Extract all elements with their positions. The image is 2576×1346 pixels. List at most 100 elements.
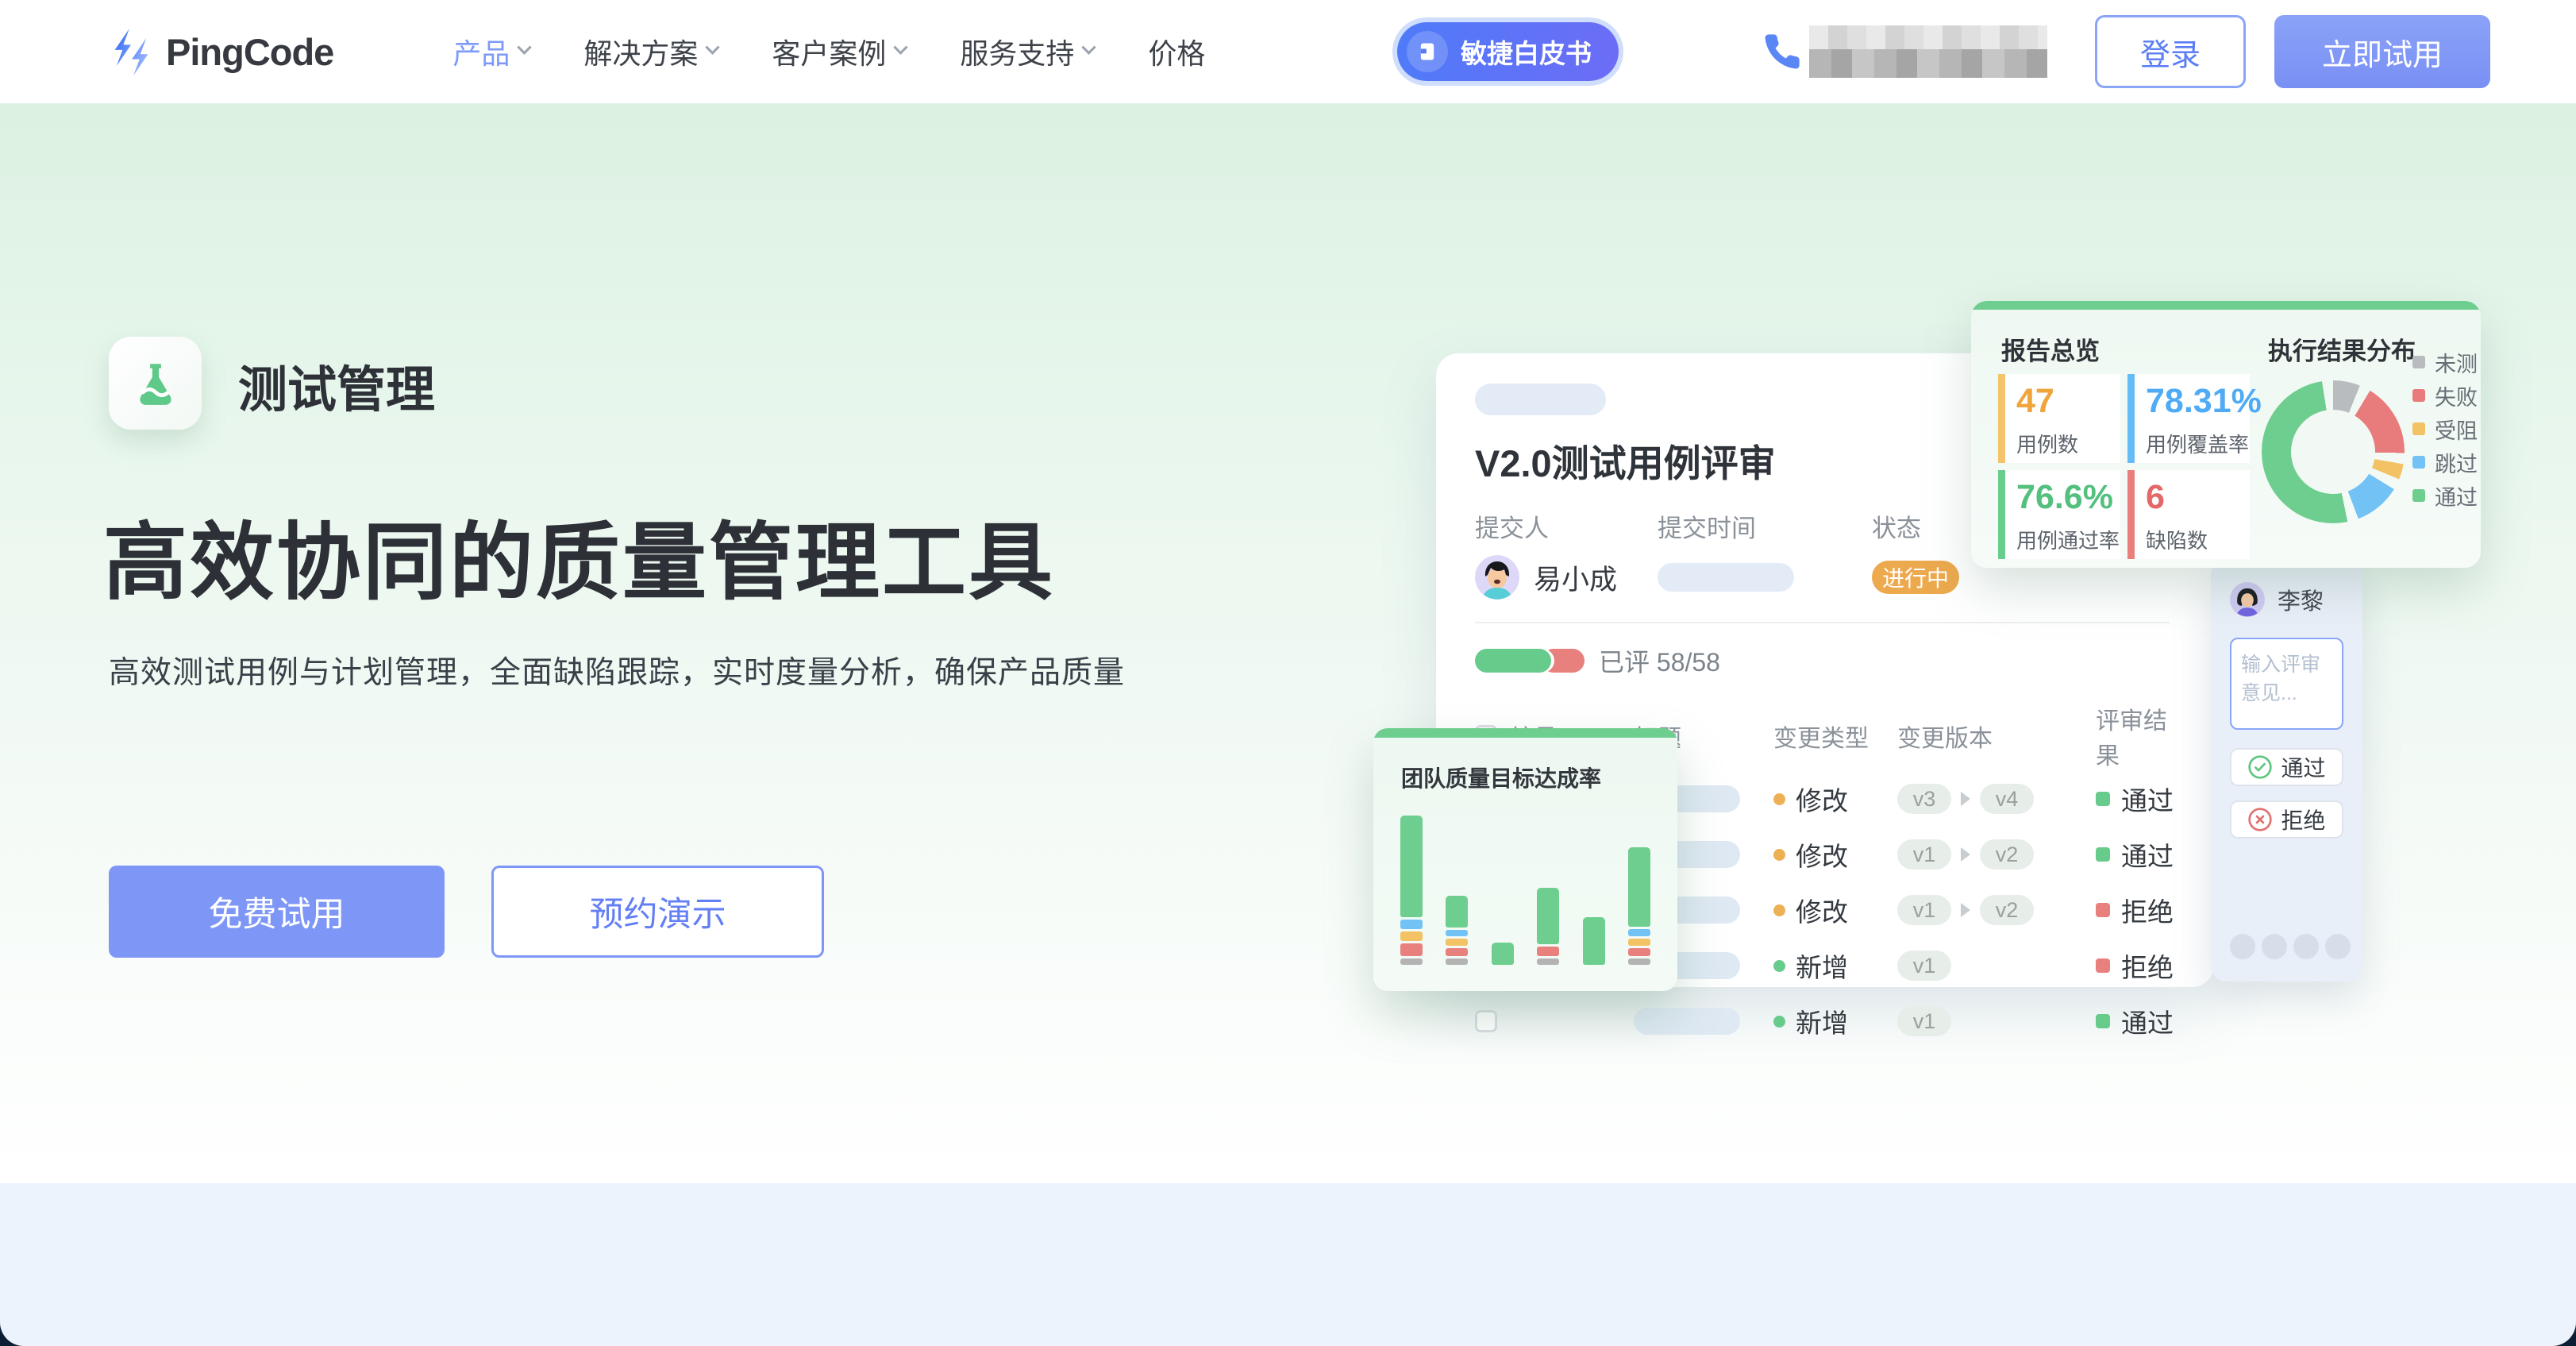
result-cell: 通过	[2096, 835, 2176, 874]
legend-label: 失败	[2435, 380, 2478, 411]
row-checkbox[interactable]	[1475, 1010, 1497, 1032]
submitter: 易小成	[1475, 555, 1658, 600]
stacked-bar-chart	[1400, 812, 1650, 965]
versions-cell: v1v2	[1897, 895, 2096, 925]
bar-4	[1537, 888, 1559, 965]
change-type-label: 新增	[1796, 1002, 1848, 1040]
table-row-5[interactable]: 新增v1通过	[1475, 993, 2176, 1049]
version-pill: v2	[1980, 839, 2034, 870]
change-type-cell: 修改	[1773, 835, 1897, 874]
result-cell: 通过	[2096, 780, 2176, 818]
bar-segment-未测	[1400, 958, 1423, 965]
bar-segment-跳过	[1628, 929, 1650, 936]
change-type-dot	[1773, 1016, 1785, 1028]
bar-1	[1400, 816, 1423, 965]
legend-label: 通过	[2435, 480, 2478, 511]
change-type-label: 修改	[1796, 780, 1848, 818]
chevron-down-icon	[518, 40, 532, 54]
nav-item-label: 客户案例	[772, 31, 886, 72]
result-square	[2096, 847, 2110, 862]
submitter-label: 提交人	[1475, 508, 1658, 544]
bar-segment-受阻	[1400, 931, 1423, 941]
column-header: 变更版本	[1897, 719, 2096, 754]
reviewer-name: 李黎	[2278, 583, 2324, 616]
free-trial-button[interactable]: 免费试用	[109, 866, 445, 958]
title-placeholder	[1634, 1008, 1740, 1035]
legend-swatch	[2412, 356, 2425, 368]
change-type-dot	[1773, 849, 1785, 861]
bar-segment-失败	[1400, 943, 1423, 956]
bar-segment-通过	[1492, 943, 1514, 965]
result-square	[2096, 792, 2110, 806]
pager-dot[interactable]	[2230, 934, 2255, 959]
versions-cell: v1	[1897, 951, 2096, 981]
change-type-cell: 新增	[1773, 1002, 1897, 1040]
card-accent-bar	[1373, 728, 1677, 738]
result-square	[2096, 958, 2110, 973]
pager-dot[interactable]	[2325, 934, 2351, 959]
stat-label: 用例覆盖率	[2146, 429, 2250, 458]
quality-goal-card: 团队质量目标达成率	[1373, 728, 1677, 991]
submitter-name: 易小成	[1534, 557, 1617, 598]
nav-item-label: 服务支持	[960, 31, 1074, 72]
x-circle-icon	[2247, 807, 2273, 832]
stat-value: 76.6%	[2016, 478, 2120, 517]
nav-item-3[interactable]: 客户案例	[772, 31, 906, 72]
donut-hole	[2291, 410, 2375, 494]
book-icon	[1407, 31, 1448, 72]
result-cell: 拒绝	[2096, 947, 2176, 985]
whitepaper-badge[interactable]: 敏捷白皮书	[1397, 22, 1619, 81]
phone-contact[interactable]	[1762, 25, 2047, 78]
approve-button[interactable]: 通过	[2230, 748, 2343, 786]
stat-tile-3: 76.6%用例通过率	[1998, 470, 2120, 559]
change-type-cell: 修改	[1773, 780, 1897, 818]
bar-segment-通过	[1537, 888, 1559, 944]
nav-item-2[interactable]: 解决方案	[583, 31, 718, 72]
hero-subtitle: 高效测试用例与计划管理，全面缺陷跟踪，实时度量分析，确保产品质量	[109, 648, 1125, 692]
login-button[interactable]: 登录	[2095, 15, 2246, 88]
stat-label: 缺陷数	[2146, 525, 2250, 554]
book-demo-button[interactable]: 预约演示	[491, 866, 824, 958]
column-header: 变更类型	[1773, 719, 1897, 754]
reviewer: 李黎	[2230, 582, 2343, 617]
phone-number-censored	[1809, 25, 2047, 78]
legend-swatch	[2412, 389, 2425, 402]
bar-segment-通过	[1628, 847, 1650, 927]
change-type-label: 新增	[1796, 947, 1848, 985]
nav-item-5[interactable]: 价格	[1148, 31, 1205, 72]
bar-segment-未测	[1537, 958, 1559, 965]
legend-swatch	[2412, 456, 2425, 469]
legend-swatch	[2412, 489, 2425, 502]
result-label: 通过	[2121, 780, 2174, 818]
review-comment-input[interactable]	[2230, 638, 2343, 730]
versions-cell: v1	[1897, 1006, 2096, 1036]
divider	[1475, 622, 2170, 623]
bar-segment-通过	[1400, 816, 1423, 917]
try-now-button[interactable]: 立即试用	[2274, 15, 2490, 88]
reviewer-avatar	[2230, 582, 2265, 617]
legend-label: 未测	[2435, 347, 2478, 378]
legend-label: 跳过	[2435, 447, 2478, 478]
logo[interactable]: PingCode	[107, 28, 333, 75]
progress-label: 已评 58/58	[1599, 642, 1720, 679]
result-cell: 拒绝	[2096, 891, 2176, 929]
phone-icon	[1762, 31, 1803, 72]
submit-time-placeholder	[1658, 563, 1794, 592]
legend-item: 失败	[2412, 379, 2478, 412]
bar-segment-受阻	[1628, 939, 1650, 946]
result-label: 拒绝	[2121, 891, 2174, 929]
nav-menu: 产品 解决方案 客户案例 服务支持 价格	[452, 31, 1205, 72]
reject-button[interactable]: 拒绝	[2230, 800, 2343, 839]
column-header: 评审结果	[2096, 701, 2176, 771]
nav-item-4[interactable]: 服务支持	[960, 31, 1094, 72]
change-type-cell: 新增	[1773, 947, 1897, 985]
result-label: 拒绝	[2121, 947, 2174, 985]
pager-dot[interactable]	[2262, 934, 2287, 959]
pager-dot[interactable]	[2293, 934, 2319, 959]
stats-grid: 47用例数78.31%用例覆盖率76.6%用例通过率6缺陷数	[1998, 374, 2250, 559]
bar-segment-通过	[1446, 896, 1468, 928]
bar-segment-未测	[1628, 958, 1650, 965]
legend-swatch	[2412, 422, 2425, 435]
bar-chart-title: 团队质量目标达成率	[1401, 762, 1601, 793]
nav-item-1[interactable]: 产品	[452, 31, 529, 72]
